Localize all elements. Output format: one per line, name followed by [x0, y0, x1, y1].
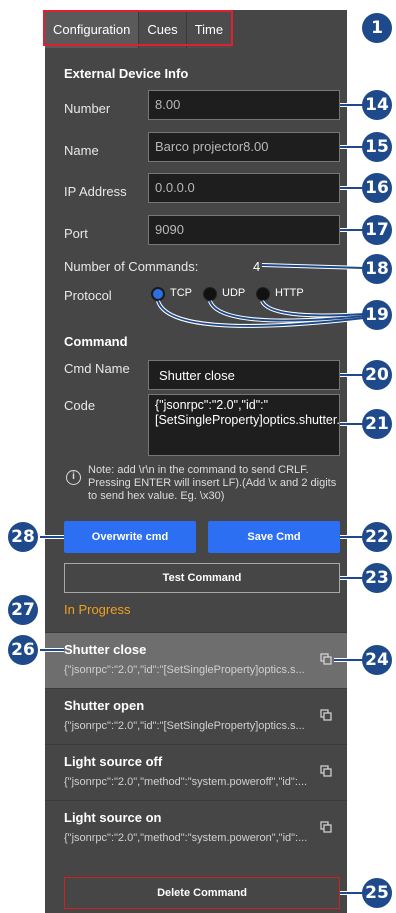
- callout-marker: 15: [362, 132, 392, 162]
- callout-leader-lines: [40, 103, 365, 895]
- callout-marker: 23: [362, 563, 392, 593]
- callout-marker: 17: [362, 215, 392, 245]
- callout-marker: 28: [8, 522, 38, 552]
- callout-marker: 1: [362, 13, 392, 43]
- callout-marker: 14: [362, 90, 392, 120]
- callout-marker: 20: [362, 360, 392, 390]
- callout-marker: 18: [362, 254, 392, 284]
- callout-marker: 22: [362, 522, 392, 552]
- callout-marker: 25: [362, 878, 392, 908]
- callout-marker: 19: [362, 300, 392, 330]
- callout-marker: 21: [362, 409, 392, 439]
- callout-marker: 24: [362, 645, 392, 675]
- callout-marker: 27: [8, 595, 38, 625]
- callout-marker: 16: [362, 173, 392, 203]
- callout-marker: 26: [8, 635, 38, 665]
